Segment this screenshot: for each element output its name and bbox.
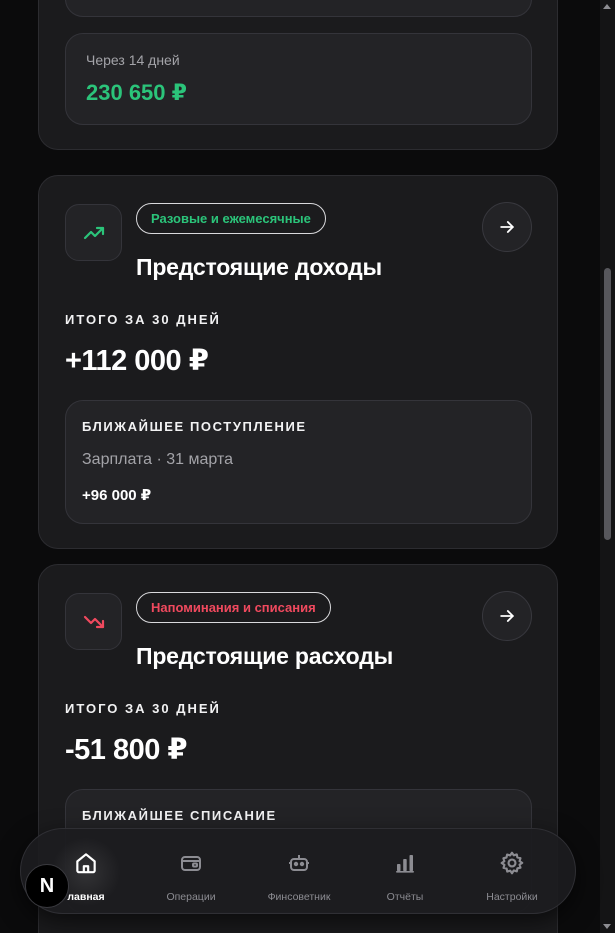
bar-chart-icon (391, 849, 419, 877)
trending-up-icon (65, 204, 122, 261)
nav-item-operations[interactable]: Операции (141, 829, 241, 915)
next-income-label: БЛИЖАЙШЕЕ ПОСТУПЛЕНИЕ (82, 419, 307, 434)
expense-badge: Напоминания и списания (136, 592, 331, 623)
next-income-amount: +96 000 ₽ (82, 487, 152, 504)
wallet-icon (177, 849, 205, 877)
upcoming-income-card[interactable]: Разовые и ежемесячные Предстоящие доходы… (38, 175, 558, 549)
balance-forecast-card: Через 14 дней 230 650 ₽ (38, 0, 558, 150)
expense-total-value: -51 800 ₽ (65, 734, 188, 766)
nav-label-reports: Отчёты (386, 891, 424, 903)
bottom-navigation: лавная Операции Финсоветник Отчёты Настр… (20, 828, 576, 914)
next-expense-label: БЛИЖАЙШЕЕ СПИСАНИЕ (82, 808, 277, 823)
nav-label-advisor: Финсоветник (267, 891, 331, 903)
trending-down-icon (65, 593, 122, 650)
home-icon (72, 849, 100, 877)
robot-icon (285, 849, 313, 877)
next-income-description: Зарплата · 31 марта (82, 451, 234, 468)
arrow-right-icon (500, 221, 514, 233)
expense-total-label: ИТОГО ЗА 30 ДНЕЙ (65, 701, 221, 716)
expense-open-button[interactable] (482, 591, 532, 641)
nav-item-advisor[interactable]: Финсоветник (249, 829, 349, 915)
next-income-box: БЛИЖАЙШЕЕ ПОСТУПЛЕНИЕ Зарплата · 31 март… (65, 400, 532, 524)
nav-label-settings: Настройки (486, 891, 538, 903)
arrow-right-icon (500, 610, 514, 622)
nav-item-reports[interactable]: Отчёты (355, 829, 455, 915)
scroll-down-arrow-icon[interactable] (603, 924, 611, 929)
income-total-label: ИТОГО ЗА 30 ДНЕЙ (65, 312, 221, 327)
expense-title: Предстоящие расходы (136, 643, 394, 669)
income-total-value: +112 000 ₽ (65, 345, 209, 377)
gear-icon (498, 849, 526, 877)
forecast-previous-item (65, 0, 532, 17)
income-badge: Разовые и ежемесячные (136, 203, 326, 234)
forecast-value: 230 650 ₽ (86, 80, 187, 105)
app-viewport: Через 14 дней 230 650 ₽ Разовые и ежемес… (0, 0, 615, 933)
nav-label-operations: Операции (166, 891, 216, 903)
income-open-button[interactable] (482, 202, 532, 252)
scroll-thumb[interactable] (604, 268, 611, 540)
forecast-14-days-item[interactable]: Через 14 дней 230 650 ₽ (65, 33, 532, 125)
forecast-label: Через 14 дней (86, 52, 180, 68)
income-title: Предстоящие доходы (136, 254, 382, 280)
nav-item-settings[interactable]: Настройки (462, 829, 562, 915)
page-scrollbar[interactable] (600, 0, 615, 933)
scroll-up-arrow-icon[interactable] (603, 4, 611, 9)
app-logo[interactable]: N (25, 864, 69, 908)
